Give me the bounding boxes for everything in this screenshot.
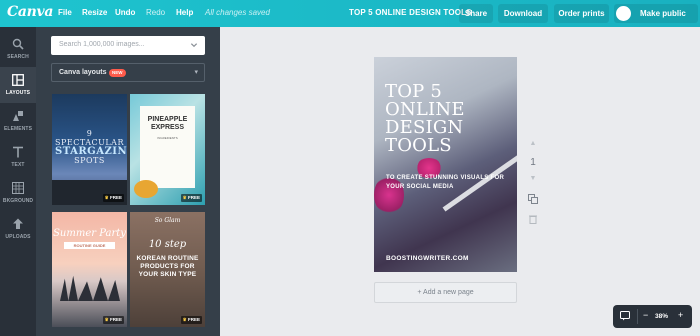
people-silhouette-image (60, 275, 120, 301)
design-subheading[interactable]: TO CREATE STUNNING VISUALS FOR YOUR SOCI… (386, 174, 511, 192)
rail-uploads[interactable]: UPLOADS (0, 211, 36, 247)
rail-uploads-label: UPLOADS (5, 234, 31, 240)
share-button[interactable]: Share (459, 4, 493, 23)
layouts-dropdown-label: Canva layouts (59, 69, 107, 76)
free-badge: ♛ FREE (180, 316, 202, 324)
crown-icon: ♛ (182, 317, 187, 322)
background-icon (12, 182, 24, 194)
help-icon[interactable] (620, 311, 630, 321)
make-public-label: Make public (640, 9, 686, 18)
text-icon (13, 146, 23, 158)
elements-icon (13, 111, 23, 121)
page-number: 1 (530, 157, 536, 168)
rail-elements-label: ELEMENTS (3, 126, 33, 132)
card-body: KOREAN ROUTINE PRODUCTS FOR YOUR SKIN TY… (136, 255, 199, 278)
free-badge: ♛ FREE (102, 194, 124, 202)
card-script: So Glam (154, 217, 181, 224)
rail-text[interactable]: TEXT (0, 139, 36, 175)
card-subtitle: ROUTINE GUIDE (64, 242, 115, 249)
rail-background-label: BKGROUND (2, 198, 34, 204)
zoom-in-button[interactable]: + (678, 310, 683, 320)
menu-redo[interactable]: Redo (146, 8, 165, 17)
menu-file[interactable]: File (58, 8, 72, 17)
menu-undo[interactable]: Undo (115, 8, 135, 17)
order-prints-button[interactable]: Order prints (554, 4, 609, 23)
make-public-button[interactable]: Make public (614, 4, 698, 23)
free-label: FREE (187, 195, 200, 200)
card-line4: SPOTS (74, 156, 105, 165)
divider (637, 309, 638, 324)
chevron-down-icon (190, 43, 198, 48)
rail-text-label: TEXT (11, 162, 25, 168)
side-rail: SEARCH LAYOUTS ELEMENTS TEXT BKGROUND UP… (0, 27, 36, 336)
design-page[interactable]: TOP 5 ONLINE DESIGN TOOLS TO CREATE STUN… (374, 57, 517, 272)
download-button[interactable]: Download (498, 4, 548, 23)
search-placeholder: Search 1,000,000 images... (59, 41, 145, 48)
design-url[interactable]: BOOSTINGWRITER.COM (386, 255, 469, 262)
menu-resize[interactable]: Resize (82, 8, 107, 17)
design-headline[interactable]: TOP 5 ONLINE DESIGN TOOLS (385, 83, 510, 155)
menu-help[interactable]: Help (176, 8, 193, 17)
canva-logo[interactable]: Canva (7, 4, 53, 20)
free-label: FREE (109, 317, 122, 322)
layouts-panel: Search 1,000,000 images... Canva layouts… (36, 27, 220, 336)
card-title: Summer Party (53, 228, 126, 239)
free-label: FREE (187, 317, 200, 322)
rail-elements[interactable]: ELEMENTS (0, 103, 36, 139)
add-new-page-button[interactable]: + Add a new page (374, 282, 517, 303)
layout-card-korean-routine[interactable]: So Glam 10 step KOREAN ROUTINE PRODUCTS … (130, 212, 205, 327)
document-title[interactable]: TOP 5 ONLINE DESIGN TOOLS (349, 8, 472, 17)
card-line1: 9 (86, 129, 93, 138)
move-page-up-icon[interactable]: ▲ (527, 140, 539, 147)
crown-icon: ♛ (182, 195, 187, 200)
card-title: 10 step (148, 239, 187, 250)
rail-background[interactable]: BKGROUND (0, 175, 36, 211)
rail-search-label: SEARCH (7, 54, 29, 60)
zoom-control: − 38% + (613, 305, 692, 328)
image-search-input[interactable]: Search 1,000,000 images... (51, 36, 205, 55)
layout-card-stargazing[interactable]: 9 SPECTACULAR STARGAZING SPOTS ♛ FREE (52, 94, 127, 205)
move-page-down-icon[interactable]: ▼ (527, 175, 539, 182)
new-badge: NEW (109, 69, 126, 77)
duplicate-page-icon[interactable] (528, 194, 538, 204)
rail-layouts[interactable]: LAYOUTS (0, 67, 36, 103)
card-subtitle: INGREDIENTS (157, 136, 178, 140)
free-label: FREE (109, 195, 122, 200)
card-title: 9 SPECTACULAR STARGAZING SPOTS (55, 129, 127, 165)
layout-card-summer-party[interactable]: Summer Party ROUTINE GUIDE ♛ FREE (52, 212, 127, 327)
free-badge: ♛ FREE (180, 194, 202, 202)
delete-page-icon[interactable] (528, 214, 538, 224)
zoom-out-button[interactable]: − (643, 310, 648, 320)
search-icon (12, 38, 24, 50)
layouts-dropdown[interactable]: Canva layouts NEW ▾ (51, 63, 205, 82)
layouts-icon (12, 74, 24, 86)
uploads-icon (13, 218, 23, 229)
free-badge: ♛ FREE (102, 316, 124, 324)
save-status: All changes saved (205, 8, 270, 17)
crown-icon: ♛ (104, 195, 109, 200)
card-title: PINEAPPLE EXPRESS (147, 116, 188, 131)
zoom-level[interactable]: 38% (655, 313, 668, 320)
rail-search[interactable]: SEARCH (0, 31, 36, 67)
top-bar: Canva File Resize Undo Redo Help All cha… (0, 0, 700, 27)
avatar (616, 6, 631, 21)
rail-layouts-label: LAYOUTS (5, 90, 31, 96)
pineapple-image (134, 180, 158, 198)
chevron-down-icon: ▾ (194, 69, 198, 76)
crown-icon: ♛ (104, 317, 109, 322)
layout-card-pineapple[interactable]: PINEAPPLE EXPRESS INGREDIENTS ♛ FREE (130, 94, 205, 205)
card-line3: STARGAZING (55, 146, 127, 157)
